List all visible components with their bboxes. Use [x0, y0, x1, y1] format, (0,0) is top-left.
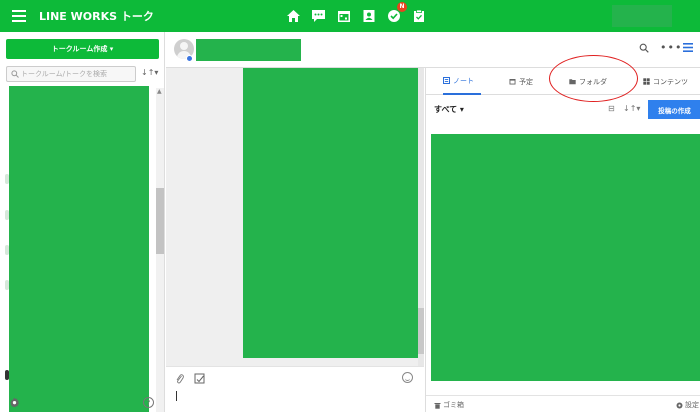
trash-icon [434, 402, 441, 409]
app-window: LINE WORKS トーク N トークルーム作成 ▾ トークルーム/トークを検… [0, 0, 700, 412]
side-panel-tabs: ノート 予定 フォルダ コンテンツ [426, 55, 700, 102]
post-list[interactable] [431, 134, 700, 381]
folder-icon [569, 79, 576, 85]
talk-search-input[interactable] [21, 68, 133, 80]
top-bar: LINE WORKS トーク N [0, 0, 700, 32]
gear-icon [676, 402, 683, 408]
text-caret [176, 391, 177, 401]
search-icon [11, 70, 19, 78]
create-post-button[interactable]: 投稿の作成 [648, 100, 700, 119]
user-profile[interactable] [612, 5, 672, 27]
menu-icon[interactable] [12, 10, 26, 22]
app-title: LINE WORKS トーク [39, 10, 154, 23]
more-icon[interactable]: ••• [660, 41, 682, 54]
chat-header: ••• [166, 32, 700, 68]
side-panel: ノート 予定 フォルダ コンテンツ すべて ▾ ⊟ ↓↑▾ 投稿の作成 ゴミ箱 … [425, 55, 700, 412]
tab-contents[interactable]: コンテンツ [643, 68, 688, 95]
message-composer [166, 366, 424, 412]
chat-room-name [196, 39, 301, 61]
talk-search-box[interactable] [6, 66, 136, 82]
calendar-icon [509, 79, 516, 85]
side-panel-toggle-icon[interactable] [683, 43, 693, 52]
tab-note[interactable]: ノート [443, 68, 481, 95]
view-toggle-icon[interactable]: ⊟ [608, 104, 615, 113]
tab-schedule[interactable]: 予定 [509, 68, 533, 95]
trash-label: ゴミ箱 [443, 401, 464, 409]
note-icon [443, 77, 450, 84]
scrollbar-thumb[interactable] [156, 188, 164, 254]
search-icon[interactable] [639, 43, 649, 53]
filter-bar: すべて ▾ ⊟ ↓↑▾ 投稿の作成 [426, 95, 700, 125]
sort-button[interactable]: ↓↑▾ [141, 68, 158, 77]
create-talk-room-button[interactable]: トークルーム作成 ▾ [6, 39, 159, 59]
scroll-up-icon[interactable]: ▲ [157, 88, 162, 95]
message-scrollbar[interactable] [418, 68, 424, 366]
calendar-icon[interactable] [335, 7, 352, 24]
talk-room-list-panel: トークルーム作成 ▾ ↓↑▾ ▲ ▼ ? [0, 32, 165, 412]
grid-icon [643, 78, 650, 85]
side-panel-footer: ゴミ箱 設定 [426, 395, 700, 412]
help-icon[interactable]: ? [143, 397, 154, 408]
tab-contents-label: コンテンツ [653, 77, 688, 86]
left-footer: ? [0, 394, 165, 412]
task-icon[interactable]: N [385, 2, 407, 24]
clipboard-icon[interactable] [410, 7, 427, 24]
message-input[interactable] [174, 389, 414, 407]
sort-button[interactable]: ↓↑▾ [623, 104, 640, 113]
emoji-icon[interactable] [402, 372, 413, 383]
top-nav: N [285, 2, 427, 24]
message-area[interactable] [166, 68, 424, 366]
trash-button[interactable]: ゴミ箱 [434, 400, 464, 410]
talk-icon[interactable] [310, 7, 327, 24]
attach-icon[interactable] [175, 373, 184, 384]
tab-schedule-label: 予定 [519, 77, 533, 86]
list-scrollbar[interactable]: ▲ ▼ [156, 88, 164, 412]
contacts-icon[interactable] [360, 7, 377, 24]
settings-button[interactable]: 設定 [676, 400, 699, 410]
home-icon[interactable] [285, 7, 302, 24]
settings-label: 設定 [685, 401, 699, 409]
message-content [243, 68, 418, 358]
sticker-icon[interactable] [194, 373, 205, 384]
talk-room-list[interactable] [9, 86, 149, 412]
filter-dropdown[interactable]: すべて ▾ [434, 104, 464, 115]
tab-note-label: ノート [453, 76, 474, 85]
notification-badge: N [397, 2, 407, 12]
tab-folder[interactable]: フォルダ [569, 68, 607, 95]
tab-folder-label: フォルダ [579, 77, 607, 86]
scrollbar-thumb[interactable] [418, 308, 424, 354]
gear-icon[interactable] [9, 397, 20, 408]
avatar-status-dot [186, 55, 193, 62]
